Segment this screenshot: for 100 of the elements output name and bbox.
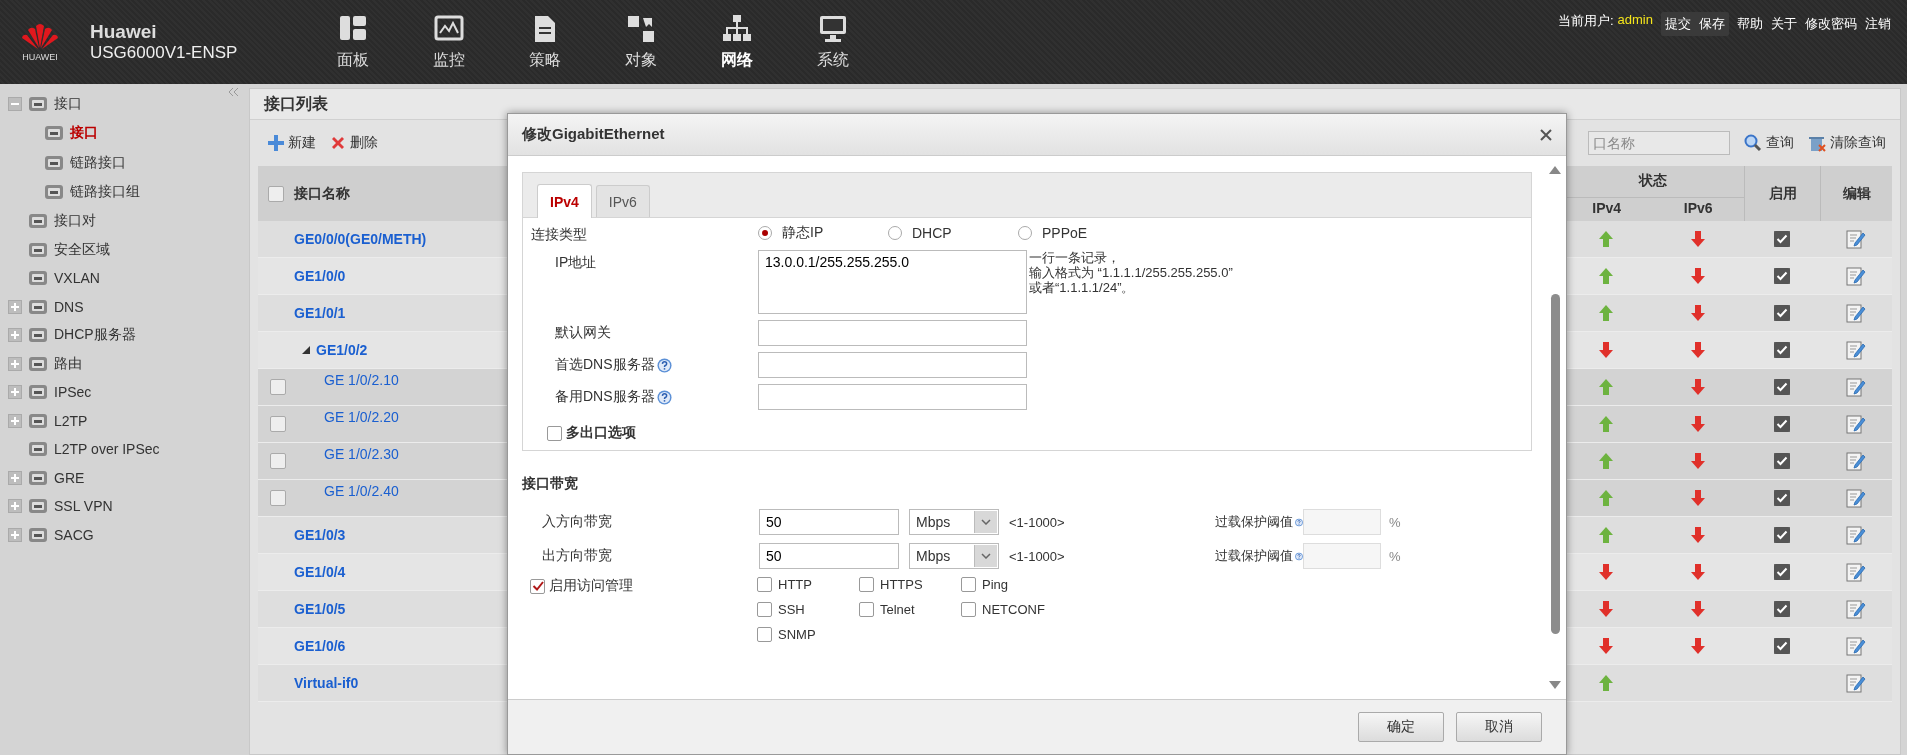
input-field[interactable] [758, 384, 1027, 410]
expand-toggle-icon[interactable] [8, 328, 22, 343]
nav-tab[interactable]: 对象 [593, 0, 689, 84]
sidebar-item[interactable]: DNS [54, 298, 84, 315]
edit-icon[interactable] [1846, 599, 1866, 619]
header-link[interactable]: 注销 [1861, 12, 1895, 36]
interface-link[interactable]: GE1/0/5 [258, 601, 346, 617]
checkbox[interactable] [530, 578, 545, 594]
help-icon[interactable] [656, 389, 672, 405]
checkbox[interactable] [859, 602, 874, 617]
expand-toggle-icon[interactable] [8, 356, 22, 371]
close-button[interactable] [1540, 128, 1552, 141]
enabled-checkbox[interactable] [1774, 638, 1790, 654]
row-checkbox[interactable] [270, 379, 286, 395]
sidebar-item[interactable]: SSL VPN [54, 498, 113, 515]
expand-toggle-icon[interactable] [8, 413, 22, 428]
edit-icon[interactable] [1846, 562, 1866, 582]
enabled-checkbox[interactable] [1774, 305, 1790, 321]
interface-link[interactable]: GE1/0/6 [258, 638, 346, 654]
interface-link[interactable]: GE0/0/0(GE0/METH) [258, 231, 427, 247]
radio-option[interactable]: PPPoE [1018, 224, 1148, 242]
radio-option[interactable]: 静态IP [758, 224, 888, 242]
sidebar-item[interactable]: VXLAN [54, 270, 100, 287]
help-icon[interactable] [656, 357, 672, 373]
enabled-checkbox[interactable] [1774, 379, 1790, 395]
nav-tab[interactable]: 网络 [689, 0, 785, 84]
clear-query-button[interactable]: 清除查询 [1804, 134, 1890, 152]
cancel-button[interactable]: 取消 [1456, 712, 1542, 742]
header-link[interactable]: 帮助 [1733, 12, 1767, 36]
sidebar-item[interactable]: 安全区域 [54, 240, 110, 259]
unit-dropdown[interactable]: Mbps [909, 509, 999, 535]
input-field[interactable]: 50 [759, 509, 899, 535]
sidebar-item[interactable]: 链路接口 [70, 153, 126, 172]
sidebar-item[interactable]: 链路接口组 [70, 183, 140, 202]
sidebar-item[interactable]: 路由 [54, 354, 82, 373]
edit-icon[interactable] [1846, 525, 1866, 545]
interface-link[interactable]: GE 1/0/2.40 [286, 483, 399, 513]
sidebar-item[interactable]: SACG [54, 526, 94, 543]
new-button[interactable]: 新建 [264, 134, 320, 152]
header-link[interactable]: 修改密码 [1801, 12, 1861, 36]
edit-icon[interactable] [1846, 451, 1866, 471]
collapse-toggle-icon[interactable] [8, 97, 22, 112]
checkbox[interactable] [757, 602, 772, 617]
checkbox[interactable] [757, 577, 772, 592]
sidebar-item[interactable]: 接口对 [54, 212, 96, 231]
radio-option[interactable]: DHCP [888, 224, 1018, 242]
radio-button[interactable] [888, 226, 902, 240]
interface-link[interactable]: Virtual-if0 [258, 675, 359, 691]
enabled-checkbox[interactable] [1774, 564, 1790, 580]
edit-icon[interactable] [1846, 229, 1866, 249]
row-checkbox[interactable] [270, 416, 286, 432]
query-button[interactable]: 查询 [1740, 134, 1798, 152]
enabled-checkbox[interactable] [1774, 342, 1790, 358]
expand-toggle-icon[interactable] [8, 499, 22, 514]
unit-dropdown[interactable]: Mbps [909, 543, 999, 569]
checkbox[interactable] [859, 577, 874, 592]
enabled-checkbox[interactable] [1774, 416, 1790, 432]
sidebar-item[interactable]: 接口 [54, 95, 82, 114]
header-button[interactable]: 保存 [1695, 12, 1729, 36]
nav-tab[interactable]: 系统 [785, 0, 881, 84]
protocol-option[interactable]: NETCONF [961, 602, 1063, 617]
multi-exit-option[interactable]: 多出口选项 [547, 424, 636, 442]
select-all-checkbox[interactable] [268, 185, 284, 202]
expanded-triangle-icon[interactable] [302, 346, 310, 354]
edit-icon[interactable] [1846, 673, 1866, 693]
expand-toggle-icon[interactable] [8, 385, 22, 400]
enabled-checkbox[interactable] [1774, 490, 1790, 506]
nav-tab[interactable]: 面板 [305, 0, 401, 84]
collapse-icon[interactable] [229, 88, 239, 96]
interface-link[interactable]: GE1/0/0 [258, 268, 346, 284]
scrollbar-thumb[interactable] [1550, 294, 1560, 634]
sidebar-item[interactable]: L2TP over IPSec [54, 441, 160, 458]
edit-icon[interactable] [1846, 340, 1866, 360]
interface-link[interactable]: GE 1/0/2.20 [286, 409, 399, 439]
protocol-option[interactable]: SSH [757, 602, 859, 617]
nav-tab[interactable]: 监控 [401, 0, 497, 84]
sidebar-item[interactable]: IPSec [54, 384, 92, 401]
edit-icon[interactable] [1846, 414, 1866, 434]
tab[interactable]: IPv4 [537, 184, 592, 218]
protocol-option[interactable]: Ping [961, 577, 1063, 592]
expand-toggle-icon[interactable] [8, 527, 22, 542]
interface-link[interactable]: GE1/0/2 [310, 342, 368, 358]
enabled-checkbox[interactable] [1774, 527, 1790, 543]
input-field[interactable]: 50 [759, 543, 899, 569]
input-field[interactable] [758, 352, 1027, 378]
protocol-option[interactable]: HTTP [757, 577, 859, 592]
enabled-checkbox[interactable] [1774, 601, 1790, 617]
interface-link[interactable]: GE 1/0/2.10 [286, 372, 399, 402]
scroll-down-icon[interactable] [1549, 681, 1561, 689]
row-checkbox[interactable] [270, 453, 286, 469]
edit-icon[interactable] [1846, 377, 1866, 397]
expand-toggle-icon[interactable] [8, 299, 22, 314]
interface-link[interactable]: GE1/0/4 [258, 564, 346, 580]
input-field[interactable] [758, 320, 1027, 346]
interface-link[interactable]: GE 1/0/2.30 [286, 446, 399, 476]
edit-icon[interactable] [1846, 266, 1866, 286]
checkbox[interactable] [547, 425, 562, 441]
header-link[interactable]: 关于 [1767, 12, 1801, 36]
row-checkbox[interactable] [270, 490, 286, 506]
protocol-option[interactable]: HTTPS [859, 577, 961, 592]
